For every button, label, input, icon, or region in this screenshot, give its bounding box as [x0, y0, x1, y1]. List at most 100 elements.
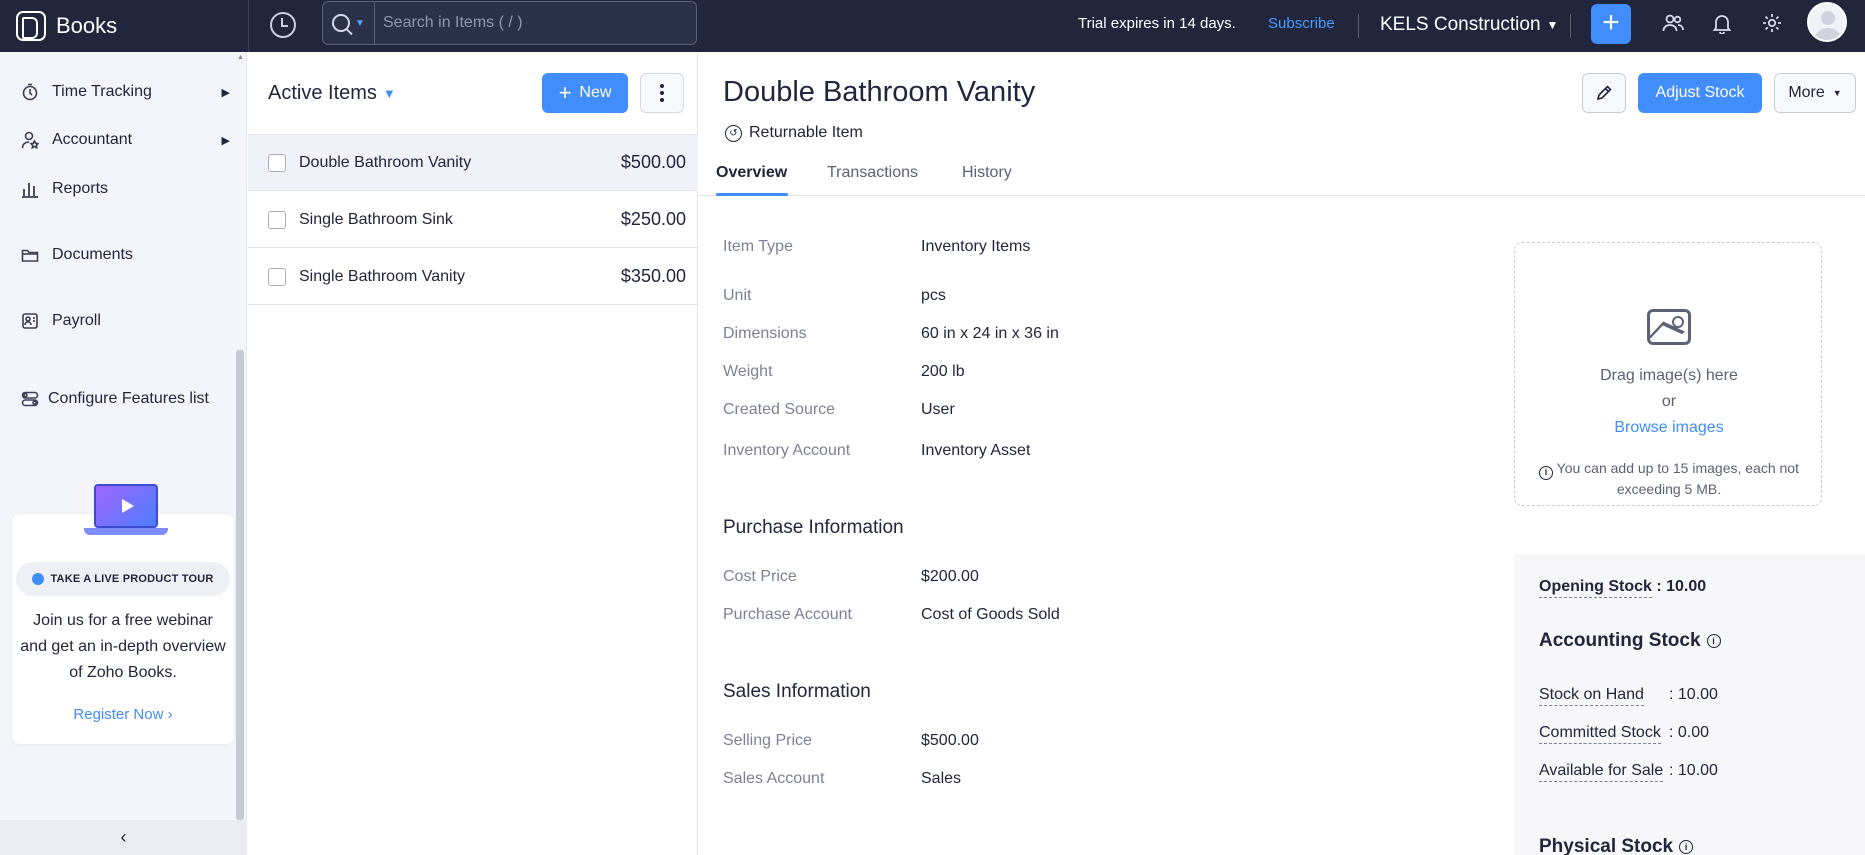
- brand[interactable]: Books: [16, 6, 117, 46]
- bell-icon[interactable]: [1709, 12, 1735, 38]
- field-value: Inventory Items: [921, 238, 1031, 255]
- recent-history-icon[interactable]: [270, 12, 296, 38]
- gear-icon[interactable]: [1759, 12, 1785, 38]
- field-value: 200 lb: [921, 363, 965, 380]
- app-name: Books: [56, 13, 118, 38]
- sidebar-item-reports[interactable]: Reports: [20, 179, 230, 199]
- stock-value: : 0.00: [1669, 724, 1710, 741]
- product-tour-badge: TAKE A LIVE PRODUCT TOUR: [16, 562, 230, 596]
- list-title: Active Items: [268, 82, 377, 104]
- sidebar: ▲ Time Tracking ▶ Accountant ▶ Reports D…: [0, 52, 247, 855]
- chevron-down-icon: ▼: [382, 86, 396, 101]
- accounting-stock-title: Accounting Stock i: [1539, 630, 1721, 652]
- stock-label: Stock on Hand: [1539, 686, 1644, 706]
- register-now-link[interactable]: Register Now ›: [12, 706, 234, 723]
- caret-right-icon: ▶: [221, 86, 230, 99]
- purchase-section-title: Purchase Information: [723, 517, 904, 538]
- chevron-down-icon: ▼: [355, 17, 365, 29]
- trial-notice: Trial expires in 14 days.: [1078, 15, 1236, 32]
- sidebar-item-label: Documents: [52, 246, 133, 263]
- field-value: 60 in x 24 in x 36 in: [921, 325, 1059, 342]
- more-options-button[interactable]: More ▼: [1774, 73, 1856, 113]
- sidebar-item-label: Payroll: [52, 312, 101, 329]
- edit-button[interactable]: [1582, 73, 1626, 113]
- field-label: Unit: [723, 287, 752, 304]
- adjust-stock-button[interactable]: Adjust Stock: [1638, 73, 1762, 113]
- table-row[interactable]: Single Bathroom Vanity $350.00: [248, 249, 698, 305]
- users-icon[interactable]: [1660, 12, 1686, 38]
- row-checkbox[interactable]: [268, 153, 286, 172]
- top-bar: Books ▼ Trial expires in 14 days. Subscr…: [0, 0, 1865, 52]
- search-input[interactable]: [375, 14, 675, 32]
- active-tab-indicator: [716, 193, 788, 196]
- items-list-pane: Active Items ▼ + New Double Bathroom Van…: [248, 52, 698, 855]
- topbar-separator: [1570, 14, 1571, 38]
- sales-section-title: Sales Information: [723, 681, 871, 702]
- stopwatch-icon: [20, 82, 40, 102]
- field-value: User: [921, 401, 955, 418]
- stock-label: Committed Stock: [1539, 724, 1661, 744]
- dropzone-or: or: [1661, 393, 1677, 410]
- item-price: $250.00: [620, 209, 686, 229]
- caret-down-icon: ▼: [1832, 88, 1842, 98]
- sidebar-scrollbar[interactable]: [236, 350, 244, 820]
- row-checkbox[interactable]: [268, 210, 286, 229]
- tab-transactions[interactable]: Transactions: [827, 164, 918, 182]
- payroll-icon: [20, 311, 40, 331]
- chevron-right-icon: ›: [167, 706, 173, 723]
- field-label: Sales Account: [723, 770, 825, 787]
- new-item-button[interactable]: + New: [542, 73, 628, 113]
- collapse-sidebar-button[interactable]: ‹: [0, 820, 247, 855]
- row-checkbox[interactable]: [268, 267, 286, 286]
- detail-tabs: Overview Transactions History: [698, 156, 1865, 196]
- info-icon[interactable]: i: [1706, 634, 1721, 648]
- list-more-options-button[interactable]: [640, 73, 684, 113]
- tab-history[interactable]: History: [962, 164, 1012, 182]
- accountant-icon: [20, 130, 40, 150]
- search-icon: [332, 14, 351, 32]
- field-label: Selling Price: [723, 732, 812, 749]
- books-logo-icon: [16, 11, 46, 41]
- search-filter-toggle[interactable]: ▼: [323, 2, 375, 44]
- field-label: Item Type: [723, 238, 793, 255]
- info-icon[interactable]: i: [1679, 840, 1694, 854]
- promo-description: Join us for a free webinar and get an in…: [20, 612, 226, 681]
- quick-create-button[interactable]: +: [1591, 4, 1631, 44]
- image-dropzone[interactable]: Drag image(s) here or Browse images i Yo…: [1514, 242, 1822, 506]
- field-value: $500.00: [921, 732, 979, 749]
- search-bar[interactable]: ▼: [322, 1, 697, 45]
- field-label: Weight: [723, 363, 773, 380]
- scroll-up-icon[interactable]: ▲: [237, 54, 244, 61]
- sidebar-item-payroll[interactable]: Payroll: [20, 311, 230, 331]
- laptop-video-icon: [82, 484, 172, 546]
- avatar[interactable]: [1807, 2, 1847, 42]
- org-switcher[interactable]: KELS Construction ▼: [1380, 14, 1558, 36]
- field-value: $200.00: [921, 568, 979, 585]
- plus-icon: +: [558, 80, 572, 105]
- topbar-separator: [1358, 14, 1359, 38]
- field-value: pcs: [921, 287, 946, 304]
- table-row[interactable]: Single Bathroom Sink $250.00: [248, 192, 698, 248]
- sidebar-item-label: Configure Features list: [48, 390, 209, 407]
- stock-label: Available for Sale: [1539, 762, 1664, 782]
- dropzone-note: i You can add up to 15 images, each not …: [1523, 459, 1815, 499]
- browse-images-link[interactable]: Browse images: [1515, 419, 1823, 437]
- info-icon: i: [1539, 465, 1553, 480]
- sidebar-item-documents[interactable]: Documents: [20, 245, 230, 265]
- sidebar-item-accountant[interactable]: Accountant ▶: [20, 130, 230, 150]
- page-title: Double Bathroom Vanity: [723, 76, 1036, 108]
- item-price: $350.00: [620, 266, 686, 286]
- field-label: Inventory Account: [723, 442, 851, 459]
- table-row[interactable]: Double Bathroom Vanity $500.00: [248, 135, 698, 191]
- pencil-icon: [1596, 85, 1612, 101]
- stock-summary: Opening Stock : 10.00 Accounting Stock i…: [1514, 554, 1865, 855]
- sidebar-item-time-tracking[interactable]: Time Tracking ▶: [20, 82, 230, 102]
- field-value: Inventory Asset: [921, 442, 1031, 459]
- stock-value: : 10.00: [1669, 762, 1718, 779]
- opening-stock: Opening Stock : 10.00: [1539, 578, 1706, 598]
- list-view-selector[interactable]: Active Items ▼: [268, 82, 396, 105]
- sidebar-item-configure-features[interactable]: Configure Features list: [20, 389, 230, 409]
- item-name: Single Bathroom Sink: [299, 210, 453, 228]
- subscribe-link[interactable]: Subscribe: [1268, 15, 1335, 32]
- tab-overview[interactable]: Overview: [716, 164, 787, 182]
